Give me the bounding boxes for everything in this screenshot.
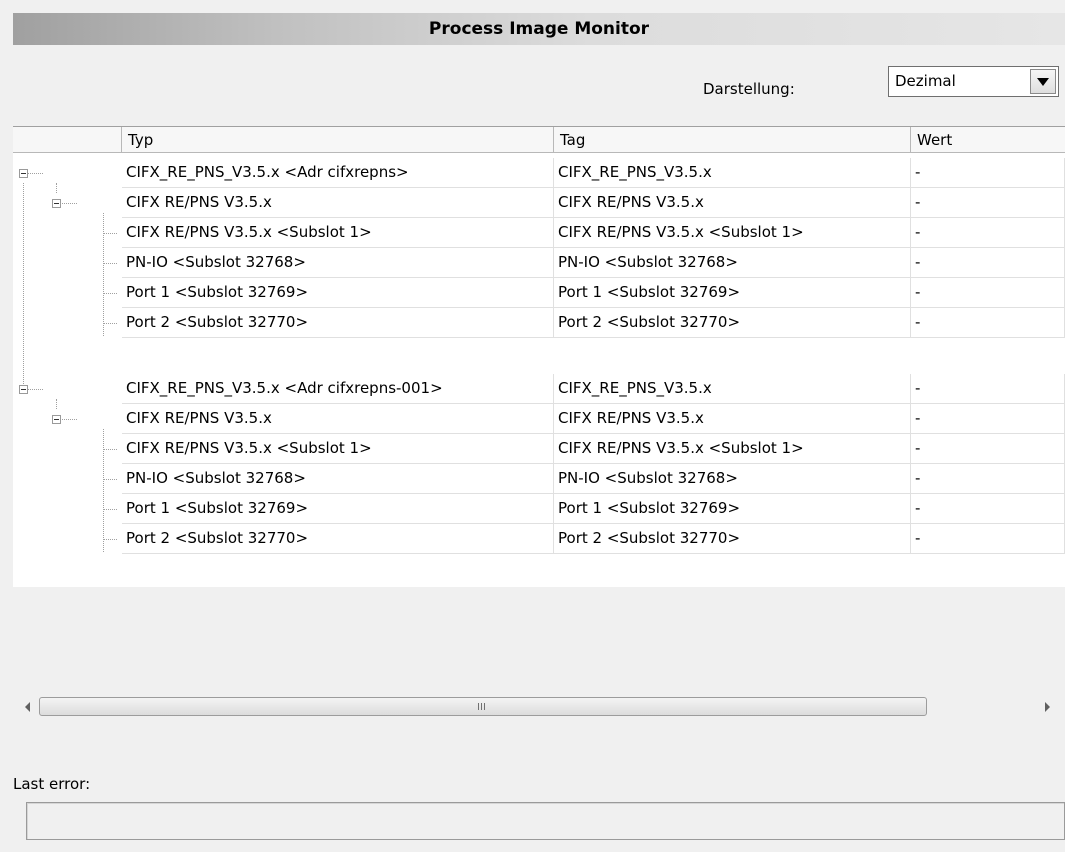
header-wert[interactable]: Wert: [911, 127, 1065, 152]
cell-tag: Port 1 <Subslot 32769>: [554, 494, 911, 524]
cell-tag: CIFX RE/PNS V3.5.x <Subslot 1>: [554, 218, 911, 248]
title-bar: Process Image Monitor: [13, 13, 1065, 45]
cell-typ: Port 1 <Subslot 32769>: [122, 278, 554, 308]
cell-tag: CIFX RE/PNS V3.5.x: [554, 188, 911, 218]
header-typ[interactable]: Typ: [122, 127, 554, 152]
table-row[interactable]: CIFX RE/PNS V3.5.x CIFX RE/PNS V3.5.x -: [13, 404, 1065, 434]
cell-wert[interactable]: -: [911, 464, 1065, 494]
cell-wert[interactable]: -: [911, 278, 1065, 308]
cell-typ: PN-IO <Subslot 32768>: [122, 248, 554, 278]
cell-tag: PN-IO <Subslot 32768>: [554, 248, 911, 278]
dropdown-button[interactable]: [1030, 69, 1056, 94]
cell-tag: PN-IO <Subslot 32768>: [554, 464, 911, 494]
table-row[interactable]: CIFX RE/PNS V3.5.x <Subslot 1> CIFX RE/P…: [13, 434, 1065, 464]
table-row[interactable]: Port 2 <Subslot 32770> Port 2 <Subslot 3…: [13, 524, 1065, 554]
table-row[interactable]: Port 2 <Subslot 32770> Port 2 <Subslot 3…: [13, 308, 1065, 338]
last-error-field: [26, 802, 1065, 840]
scroll-grip-icon: [478, 703, 487, 710]
cell-wert[interactable]: -: [911, 374, 1065, 404]
table-row[interactable]: PN-IO <Subslot 32768> PN-IO <Subslot 327…: [13, 464, 1065, 494]
table-row[interactable]: PN-IO <Subslot 32768> PN-IO <Subslot 327…: [13, 248, 1065, 278]
chevron-down-icon: [1037, 77, 1049, 86]
table-row[interactable]: Port 1 <Subslot 32769> Port 1 <Subslot 3…: [13, 278, 1065, 308]
cell-tag: CIFX RE/PNS V3.5.x: [554, 404, 911, 434]
display-mode-select[interactable]: Dezimal: [888, 66, 1059, 97]
scroll-left-icon[interactable]: [25, 702, 30, 712]
header-tag[interactable]: Tag: [554, 127, 911, 152]
cell-typ: CIFX_RE_PNS_V3.5.x <Adr cifxrepns-001>: [122, 374, 554, 404]
table-row[interactable]: Port 1 <Subslot 32769> Port 1 <Subslot 3…: [13, 494, 1065, 524]
cell-tag: Port 2 <Subslot 32770>: [554, 308, 911, 338]
cell-tag: Port 1 <Subslot 32769>: [554, 278, 911, 308]
cell-typ: CIFX RE/PNS V3.5.x: [122, 404, 554, 434]
cell-typ: PN-IO <Subslot 32768>: [122, 464, 554, 494]
display-mode-label: Darstellung:: [703, 80, 795, 98]
cell-typ: Port 2 <Subslot 32770>: [122, 308, 554, 338]
window-title: Process Image Monitor: [428, 19, 650, 39]
last-error-label: Last error:: [13, 775, 91, 793]
cell-typ: CIFX RE/PNS V3.5.x <Subslot 1>: [122, 218, 554, 248]
cell-wert[interactable]: -: [911, 404, 1065, 434]
table-row[interactable]: CIFX RE/PNS V3.5.x <Subslot 1> CIFX RE/P…: [13, 218, 1065, 248]
cell-wert[interactable]: -: [911, 218, 1065, 248]
scroll-right-icon[interactable]: [1045, 702, 1050, 712]
cell-wert[interactable]: -: [911, 188, 1065, 218]
cell-wert[interactable]: -: [911, 308, 1065, 338]
table-header: Typ Tag Wert: [13, 127, 1065, 153]
cell-tag: CIFX_RE_PNS_V3.5.x: [554, 158, 911, 188]
cell-wert[interactable]: -: [911, 494, 1065, 524]
table-row[interactable]: CIFX_RE_PNS_V3.5.x <Adr cifxrepns-001> C…: [13, 374, 1065, 404]
scrollbar-thumb[interactable]: [39, 697, 927, 716]
process-image-grid[interactable]: Typ Tag Wert CIFX_RE_PNS_V3.5.x <Adr cif…: [13, 126, 1065, 587]
display-mode-value: Dezimal: [895, 72, 956, 90]
horizontal-scrollbar[interactable]: [13, 696, 1065, 718]
cell-typ: Port 1 <Subslot 32769>: [122, 494, 554, 524]
cell-tag: CIFX_RE_PNS_V3.5.x: [554, 374, 911, 404]
cell-typ: Port 2 <Subslot 32770>: [122, 524, 554, 554]
cell-typ: CIFX RE/PNS V3.5.x <Subslot 1>: [122, 434, 554, 464]
cell-tag: CIFX RE/PNS V3.5.x <Subslot 1>: [554, 434, 911, 464]
cell-wert[interactable]: -: [911, 248, 1065, 278]
cell-wert[interactable]: -: [911, 158, 1065, 188]
cell-wert[interactable]: -: [911, 524, 1065, 554]
table-row[interactable]: CIFX_RE_PNS_V3.5.x <Adr cifxrepns> CIFX_…: [13, 158, 1065, 188]
table-row[interactable]: CIFX RE/PNS V3.5.x CIFX RE/PNS V3.5.x -: [13, 188, 1065, 218]
cell-tag: Port 2 <Subslot 32770>: [554, 524, 911, 554]
cell-typ: CIFX_RE_PNS_V3.5.x <Adr cifxrepns>: [122, 158, 554, 188]
cell-wert[interactable]: -: [911, 434, 1065, 464]
cell-typ: CIFX RE/PNS V3.5.x: [122, 188, 554, 218]
